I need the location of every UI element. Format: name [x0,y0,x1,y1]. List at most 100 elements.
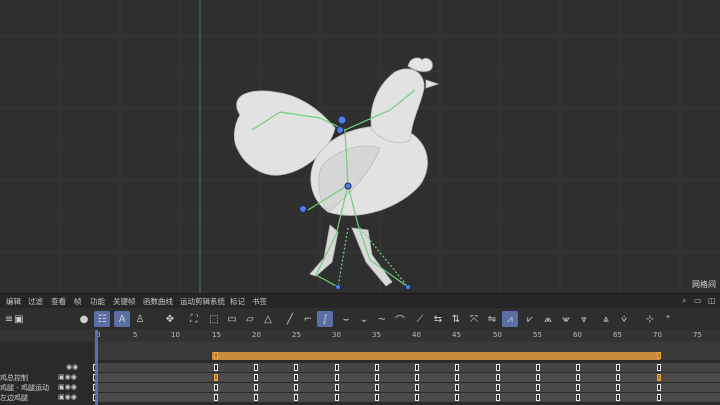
keyframe[interactable] [616,384,621,391]
3d-viewport[interactable]: 网格间 [0,0,720,293]
keyframe[interactable] [334,384,339,391]
panel-icon[interactable]: ▣ [11,311,27,327]
keyframe[interactable] [254,374,258,381]
keyframe[interactable] [495,374,500,381]
ease-both-icon[interactable]: ∼ [374,311,390,327]
keyframe[interactable] [535,364,540,371]
keyframe[interactable] [616,394,621,401]
remove-overshoot-icon[interactable]: ⩖ [558,311,574,327]
keyframe[interactable] [576,374,580,381]
lock-time-icon[interactable]: ⇅ [448,311,464,327]
snap-icon[interactable]: ⊹ [642,311,658,327]
keyframe[interactable] [294,394,299,401]
zero-length-icon[interactable]: ⤧ [466,311,482,327]
key-icon[interactable]: ▭ [224,311,240,327]
range-marker[interactable] [656,352,661,359]
ease-in-icon[interactable]: ⌣ [338,311,354,327]
keyframe[interactable] [294,384,299,391]
summary-track[interactable] [0,342,720,351]
region-icon[interactable]: ▱ [242,311,258,327]
keyframe[interactable] [374,374,379,381]
keyframe[interactable] [415,384,419,391]
menu-edit[interactable]: 编辑 [6,296,21,307]
menu-motion-clip[interactable]: 运动剪辑系统 [180,296,225,307]
keyframe[interactable] [495,384,500,391]
keyframe[interactable] [656,384,661,391]
keyframe[interactable] [213,394,218,401]
keep-visual-icon[interactable]: ⩔ [576,311,592,327]
keyframe[interactable] [656,364,661,371]
frame-all-icon[interactable]: ⛶ [186,311,202,327]
keyframe[interactable] [415,364,419,371]
record-key-icon[interactable]: ⩓ [598,311,614,327]
user-icon[interactable]: ♙ [132,311,148,327]
clamp-icon[interactable]: ⩕ [540,311,556,327]
keyframe[interactable] [455,374,460,381]
keyframe[interactable] [656,374,661,381]
visibility-icon[interactable]: ▣◉◉ [58,373,77,381]
keyframe[interactable] [415,394,419,401]
text-mode-icon[interactable]: A [114,311,130,327]
keyframe[interactable] [576,394,580,401]
menu-frame[interactable]: 帧 [74,296,82,307]
keyframe[interactable] [616,364,621,371]
ease-out-icon[interactable]: ⌄ [356,311,372,327]
keyframe[interactable] [254,394,258,401]
lock-tangent-icon[interactable]: ⇆ [430,311,446,327]
overshoot-icon[interactable]: ⩗ [522,311,538,327]
keyframe[interactable] [334,394,339,401]
keyframe[interactable] [455,384,460,391]
keyframe[interactable] [576,364,580,371]
keyframe[interactable] [535,384,540,391]
range-track[interactable] [0,351,720,360]
track-row[interactable]: ◉◉ [0,363,720,372]
keyframe[interactable] [455,364,460,371]
selected-range-bar[interactable] [212,352,660,360]
keyframe[interactable] [334,364,339,371]
track-row[interactable]: 左边鸡腿 ▣◉◉ [0,393,720,402]
track-area[interactable]: ◉◉ 鸡总控制 ▣◉◉ 鸡腿 - 鸡腿运动 ▣◉◉ 左边鸡腿 ▣◉◉ [0,342,720,405]
keyframe[interactable] [535,394,540,401]
menu-function[interactable]: 功能 [90,296,105,307]
playhead[interactable] [95,330,98,405]
visibility-icon[interactable]: ◉◉ [66,363,78,371]
keyframe[interactable] [213,364,218,371]
timeline-ruler[interactable]: 0 5 10 15 20 25 30 35 40 45 50 55 60 65 … [0,330,720,342]
menu-keyframe[interactable]: 关键帧 [113,296,136,307]
break-tangent-icon[interactable]: ⟋ [412,311,428,327]
menu-marker[interactable]: 标记 [230,296,245,307]
keyframe[interactable] [495,394,500,401]
track-row[interactable]: 鸡腿 - 鸡腿运动 ▣◉◉ [0,383,720,392]
scale-icon[interactable]: ⬚ [206,311,222,327]
keyframe[interactable] [254,384,258,391]
menu-filter[interactable]: 过滤 [28,296,43,307]
search-icon[interactable]: ⌕ [682,296,686,306]
spline-icon[interactable]: ∫ [317,311,333,327]
auto-tangent-icon[interactable]: ⌒ [392,311,408,327]
visibility-icon[interactable]: ▣◉◉ [58,383,77,391]
keyframe[interactable] [656,394,661,401]
keyframe[interactable] [294,364,299,371]
ripple-icon[interactable]: △ [260,311,276,327]
keyframe[interactable] [254,364,258,371]
layout-icon[interactable]: ▭ [694,296,702,305]
keyframe[interactable] [213,374,218,381]
menu-bookmark[interactable]: 书签 [252,296,267,307]
menu-fcurve[interactable]: 函数曲线 [143,296,173,307]
visibility-icon[interactable]: ▣◉◉ [58,393,77,401]
keyframe[interactable] [334,374,339,381]
keyframe[interactable] [535,374,540,381]
linear-icon[interactable]: ╱ [282,311,298,327]
hierarchy-icon[interactable]: ☷ [94,311,110,327]
keyframe[interactable] [455,394,460,401]
keyframe[interactable] [374,394,379,401]
auto-weight-icon[interactable]: ⩘ [502,311,518,327]
track-row[interactable]: 鸡总控制 ▣◉◉ [0,373,720,382]
keyframe[interactable] [616,374,621,381]
menu-view[interactable]: 查看 [51,296,66,307]
keyframe[interactable] [374,384,379,391]
add-marker-icon[interactable]: ⁺ [660,311,676,327]
keyframe[interactable] [495,364,500,371]
move-icon[interactable]: ✥ [162,311,178,327]
delete-key-icon[interactable]: ⩒ [616,311,632,327]
